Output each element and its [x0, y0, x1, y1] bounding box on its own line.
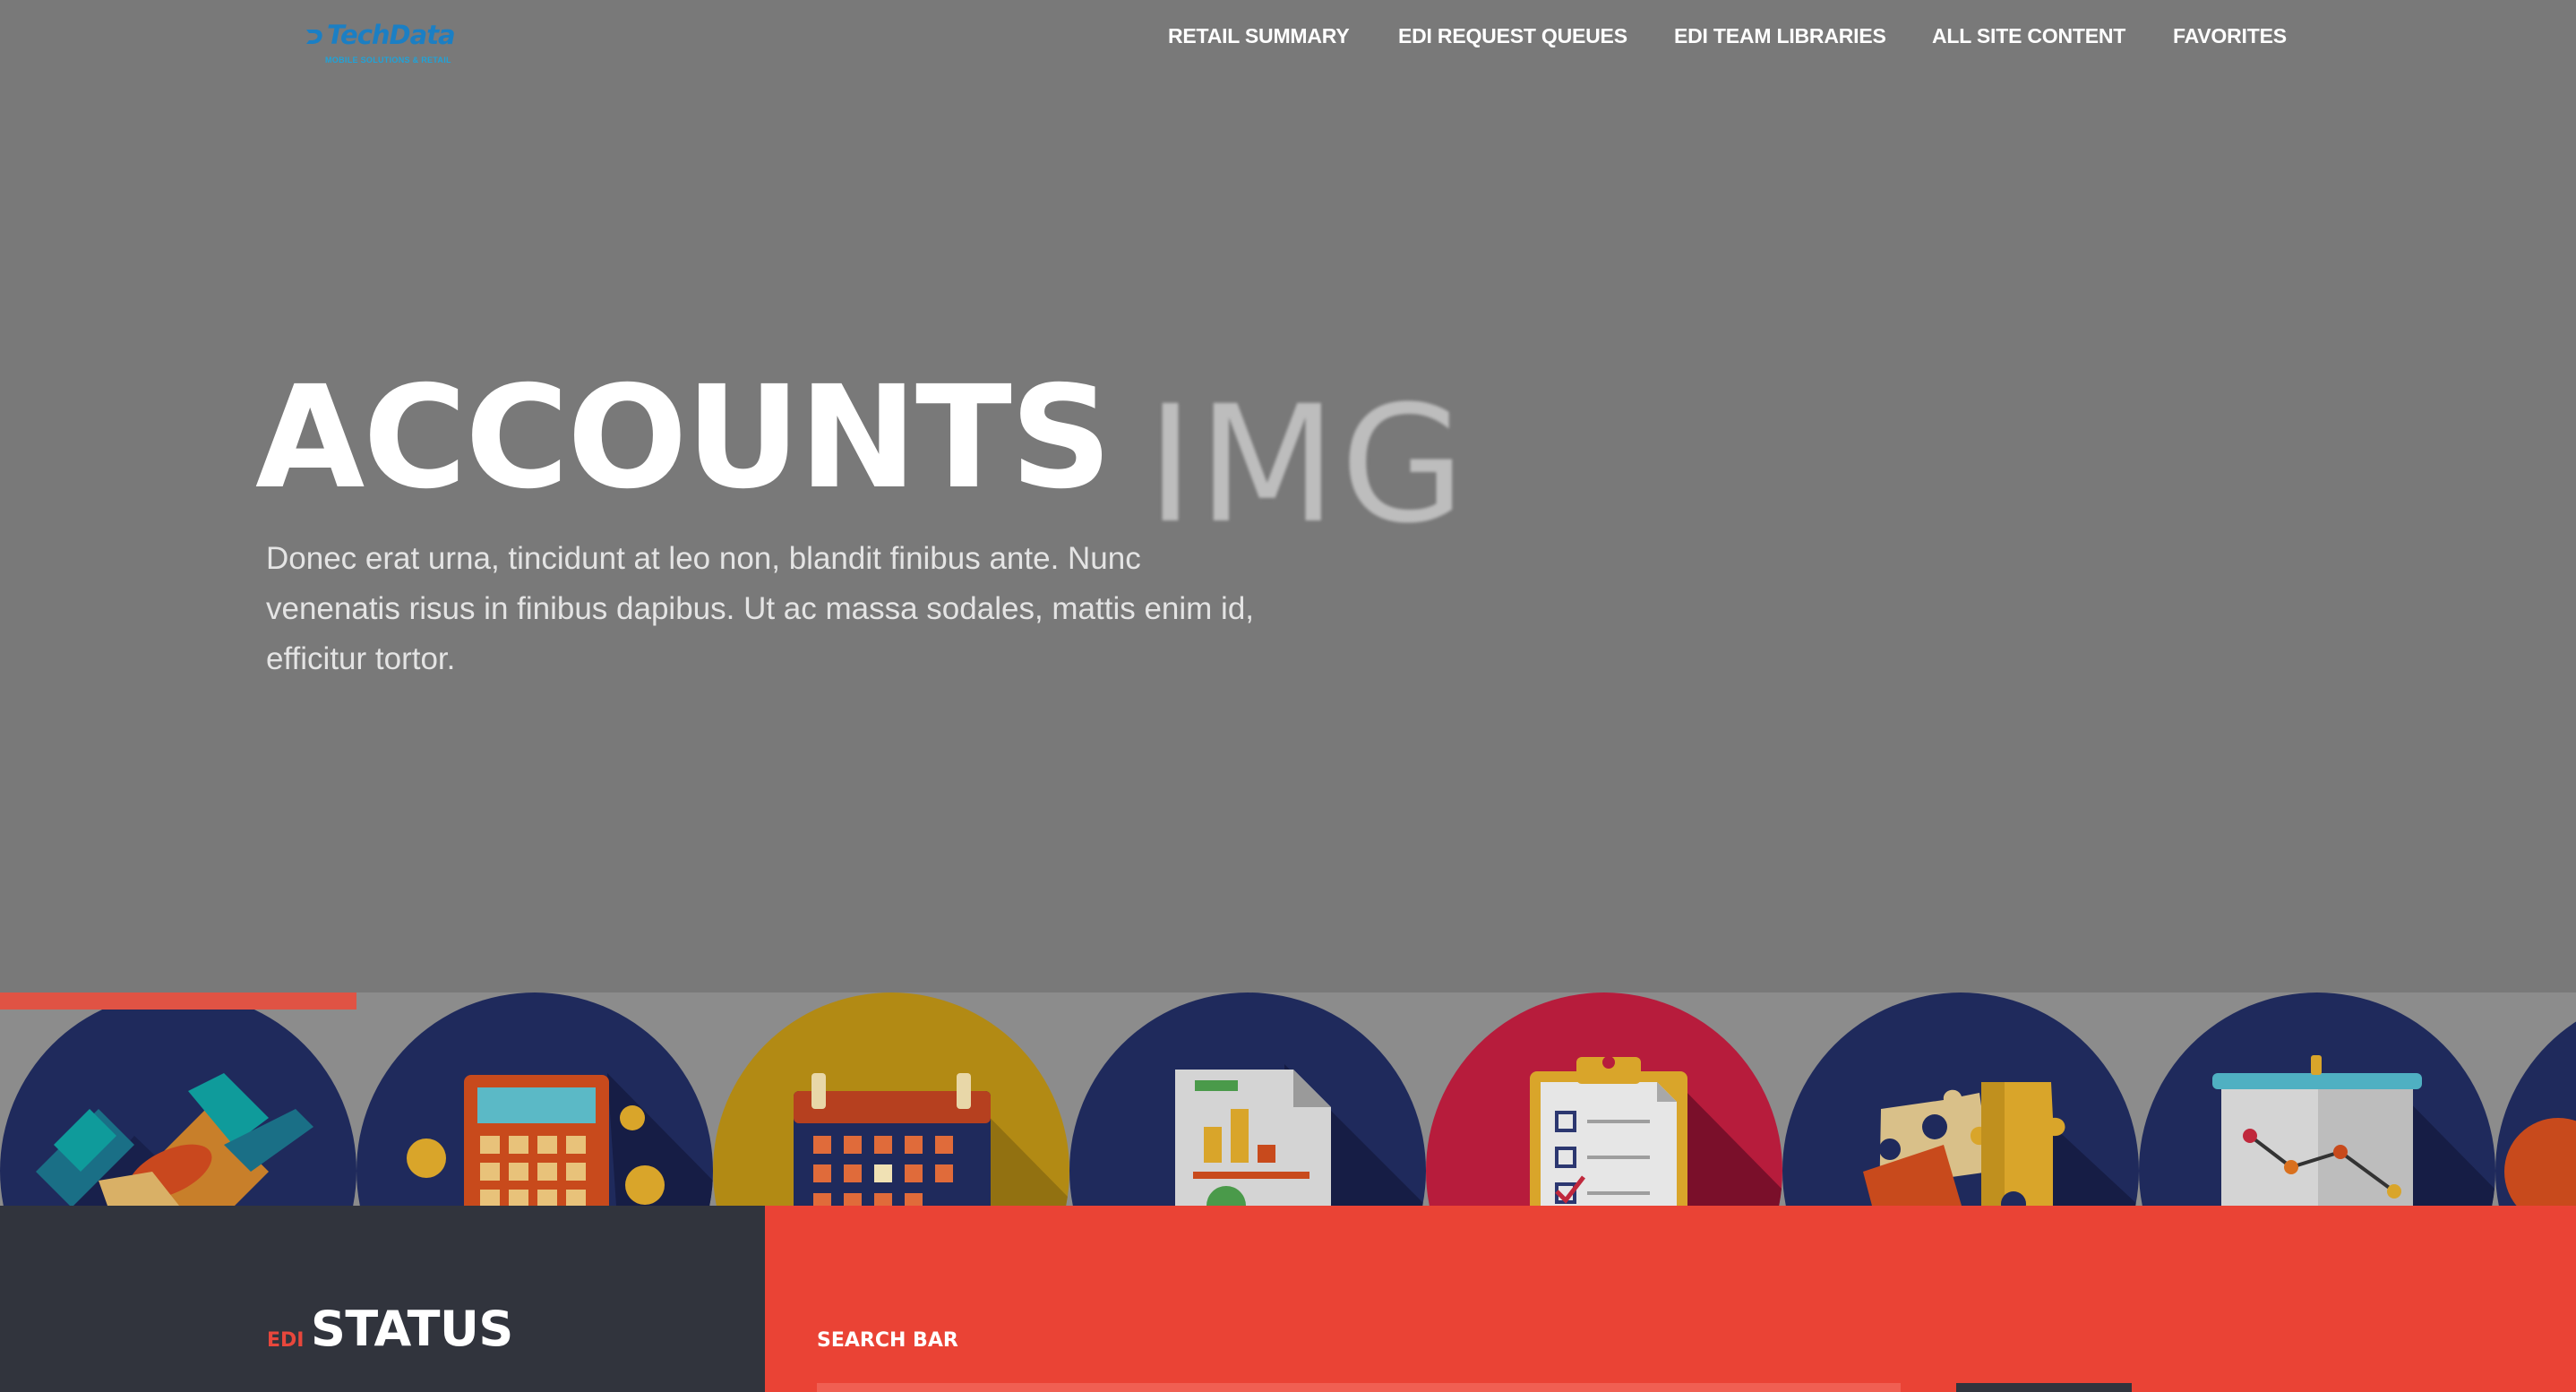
status-prefix: EDI: [267, 1329, 305, 1352]
nav-retail-summary[interactable]: RETAIL SUMMARY: [1168, 24, 1350, 48]
search-input[interactable]: [817, 1383, 1901, 1392]
handshake-icon: [36, 1073, 313, 1206]
logo-tagline: MOBILE SOLUTIONS & RETAIL: [325, 56, 451, 64]
partial-icon: [2504, 1118, 2576, 1206]
image-placeholder: IMG: [1146, 372, 1469, 559]
icon-tile-puzzle[interactable]: [1782, 992, 2139, 1206]
hero-section: TechData MOBILE SOLUTIONS & RETAIL RETAI…: [0, 0, 2576, 992]
nav-edi-team-libraries[interactable]: EDI TEAM LIBRARIES: [1674, 24, 1886, 48]
techdata-logo[interactable]: TechData MOBILE SOLUTIONS & RETAIL: [298, 18, 468, 70]
icon-tile-partial[interactable]: [2495, 992, 2576, 1206]
icon-tile-checklist[interactable]: [1426, 992, 1782, 1206]
icon-tile-presentation[interactable]: [2139, 992, 2495, 1206]
report-chart-icon: [1175, 1064, 1426, 1206]
hero-description: Donec erat urna, tincidunt at leo non, b…: [266, 541, 1255, 676]
search-panel: SEARCH BAR: [765, 1206, 2576, 1392]
presentation-board-icon: [2212, 1055, 2495, 1206]
search-button[interactable]: [1956, 1383, 2132, 1392]
page-title: ACCOUNTS: [255, 356, 1112, 520]
status-title: STATUS: [311, 1301, 513, 1357]
nav-favorites[interactable]: FAVORITES: [2173, 24, 2287, 48]
techdata-logo-mark-icon: [306, 30, 322, 44]
icon-tile-report[interactable]: [1069, 992, 1426, 1206]
puzzle-icon: [1863, 1082, 2139, 1206]
icon-tile-handshake[interactable]: [0, 992, 356, 1206]
edi-status-panel: EDI STATUS: [0, 1206, 765, 1392]
calculator-icon: [407, 1073, 713, 1206]
icon-tile-calendar[interactable]: [713, 992, 1069, 1206]
active-indicator: [0, 992, 356, 1010]
nav-edi-request-queues[interactable]: EDI REQUEST QUEUES: [1398, 24, 1627, 48]
category-icon-strip: [0, 992, 2576, 1206]
logo-wordmark: TechData: [327, 20, 456, 50]
search-label: SEARCH BAR: [817, 1329, 958, 1352]
nav-all-site-content[interactable]: ALL SITE CONTENT: [1932, 24, 2125, 48]
calendar-icon: [794, 1073, 1069, 1206]
checklist-clipboard-icon: [1530, 1056, 1782, 1206]
icon-tile-calculator[interactable]: [356, 992, 713, 1206]
